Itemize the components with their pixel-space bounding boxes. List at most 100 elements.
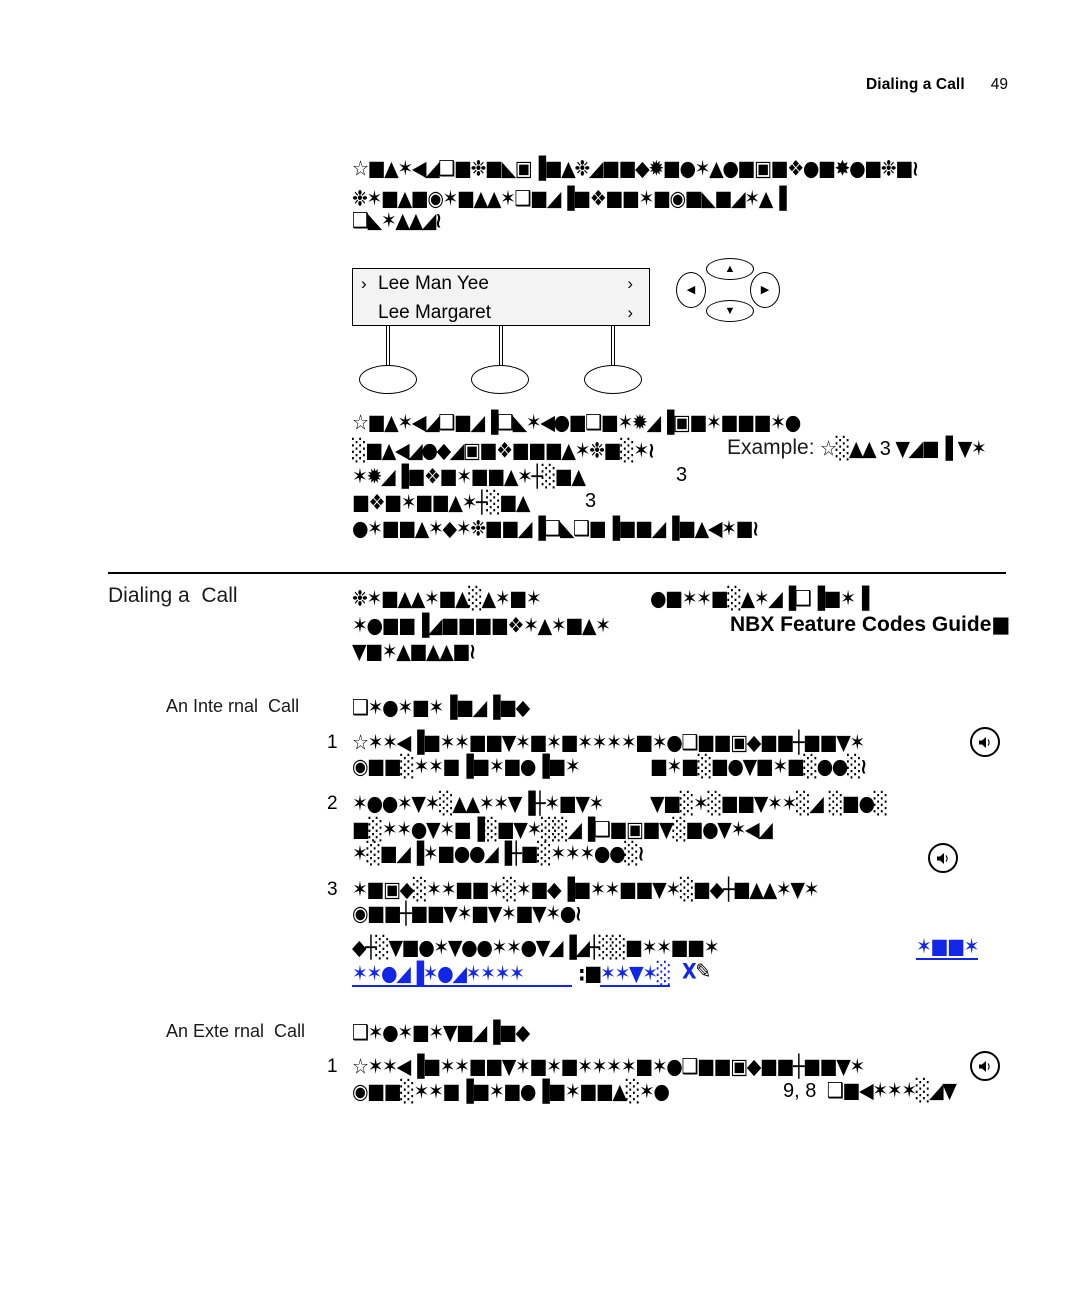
mid-line-3: ✶✹◢▐■❖■✶■■▲✶┼░■▲	[352, 464, 586, 490]
subsection-heading-external-call: An Exte rnal Call	[166, 1021, 306, 1041]
link-x-marker: X✎	[682, 959, 711, 985]
glyph-run: ●✶■■▲✶◆✶❉■■◢▐❑◣❑■▐■■◢▐■▲◀✶■≀	[352, 516, 759, 542]
nbx-feature-codes-guide-title: NBX Feature Codes Guide■	[730, 610, 1010, 638]
mid-line-1: ☆■▲✶◀◢❑■◢▐❑◣✶◀●■❑■✶✹◢▐▣■✶■■■✶●	[352, 410, 801, 436]
external-dial-instruction: 9, 8 ❑■◀✶✶✶░◢▼	[783, 1078, 957, 1104]
speakerphone-icon	[928, 843, 958, 873]
glyph-run: ☆■▲✶◀◢❑■◢▐❑◣✶◀●■❑■✶✹◢▐▣■✶■■■✶●	[352, 410, 801, 436]
internal-step-2-line-2: ▼■░✶░■■▼✶✶░◢ ░■●░	[650, 791, 888, 817]
glyph-run: ❉✶■▲■◉✶■▲▲✶❑■◢▐■❖■■✶■◉■◣■◢✶▲▐	[352, 186, 787, 212]
mid-line-4: ■❖■✶■■▲✶┼░■▲	[352, 490, 531, 516]
glyph-run: ☆✶✶◀▐■✶✶■■▼✶■✶■✶✶✶✶■✶●❑■■▣◆■■┼■■▼✶	[352, 1054, 865, 1080]
chevron-right-icon: ›	[627, 302, 633, 322]
glyph-run: ▼■✶▲■▲▲■≀	[352, 639, 476, 665]
glyph-run: ◉■■┼■■▼✶■▼✶■▼✶●≀	[352, 901, 582, 927]
external-step-1-line-1: ☆✶✶◀▐■✶✶■■▼✶■✶■✶✶✶✶■✶●❑■■▣◆■■┼■■▼✶	[352, 1054, 865, 1080]
internal-step-2-line-3: ■░✶✶●▼✶■▐░■▼✶░░◢▐❑■▣■▼░■●▼✶◀◢	[352, 818, 773, 843]
lcd-row[interactable]: › Lee Man Yee ›	[353, 269, 649, 298]
section-divider	[108, 572, 1006, 575]
softkey-button-3[interactable]	[584, 365, 642, 394]
cross-reference-link-right[interactable]: ✶■■✶	[916, 934, 980, 960]
chevron-right-icon: ›	[627, 273, 633, 293]
guide-reference-glyphs: ●■✶✶■░▲✶◢▐❑▐■✶▐	[650, 586, 869, 612]
speakerphone-icon	[970, 727, 1000, 757]
cross-reference-link-2[interactable]: ✶✶▼✶░	[600, 961, 671, 987]
guide-title-text: NBX Feature Codes Guide	[730, 613, 992, 636]
arrow-left-icon: ◀	[686, 283, 696, 296]
running-header-title: Dialing a Call	[866, 76, 965, 93]
cross-reference-link-1[interactable]: ✶✶●◢▐✶●◢✶✶✶✶	[352, 961, 572, 987]
nav-right-button[interactable]: ▶	[750, 272, 780, 308]
glyph-run: ✶■■✶	[916, 934, 980, 960]
glyph-run: ■✶■░■●▼■✶■░●●░≀	[650, 754, 867, 780]
internal-step-1-line-1: ☆✶✶◀▐■✶✶■■▼✶■✶■✶✶✶✶■✶●❑■■▣◆■■┼■■▼✶	[352, 730, 865, 756]
glyph-run: ❑■◀✶✶✶░◢▼	[826, 1078, 957, 1104]
step-number: 1	[327, 732, 338, 753]
section-paragraph-line-1: ❉✶■▲▲✶■▲░▲✶■✶	[352, 586, 542, 612]
step-number: 1	[327, 1056, 338, 1077]
glyph-run: ☆░▲▲	[820, 436, 877, 462]
glyph-run: ●■✶✶■░▲✶◢▐❑▐■✶▐	[650, 586, 869, 612]
external-step-1-line-2: ◉■■░✶✶■▐■✶■●▐■✶■■▲░✶●	[352, 1079, 670, 1105]
glyph-run: ✶✶▼✶░	[600, 961, 671, 987]
section-paragraph-line-2: ✶●■■▐◢■■■■❖✶▲✶■▲✶	[352, 614, 611, 639]
glyph-run: ◉■■░✶✶■▐■✶■●▐■✶■■▲░✶●	[352, 1079, 670, 1105]
glyph-run: ☆■▲✶◀◢❑■❉■◣▣▐■▲❉◢■■◆✹■●✶▲●■▣■❖●■✸●■❉■≀	[352, 156, 919, 182]
glyph-run: ❑✶●✶■✶▼■◢▐■◆	[352, 1020, 530, 1046]
navigation-pad: ▲ ▼ ◀ ▶	[676, 258, 780, 322]
document-page: Dialing a Call 49 ☆■▲✶◀◢❑■❉■◣▣▐■▲❉◢■■◆✹■…	[0, 0, 1080, 1296]
lcd-entry-name: Lee Man Yee	[378, 272, 489, 294]
intro-line-2: ❉✶■▲■◉✶■▲▲✶❑■◢▐■❖■■✶■◉■◣■◢✶▲▐	[352, 186, 787, 212]
internal-step-2-line-4: ✶░■◢▐✶■●●◢▐┼■░✶✶✶●●░≀	[352, 841, 645, 867]
glyph-run: ✶✶●◢▐✶●◢✶✶✶✶	[352, 961, 525, 987]
step-number: 3	[327, 879, 338, 900]
glyph-run: ▼■░✶░■■▼✶✶░◢ ░■●░	[650, 791, 888, 817]
subsection-heading-internal-call: An Inte rnal Call	[166, 696, 300, 716]
glyph-run: ✎	[695, 959, 711, 985]
softkey-stem	[386, 326, 390, 368]
glyph-run: ❑✶●✶■✶▐■◢▐■◆	[352, 695, 530, 721]
lcd-selection-indicator: ›	[361, 273, 367, 293]
glyph-run: ☆✶✶◀▐■✶✶■■▼✶■✶■✶✶✶✶■✶●❑■■▣◆■■┼■■▼✶	[352, 730, 865, 756]
example-label: Example:	[727, 436, 815, 459]
lcd-row[interactable]: Lee Margaret ›	[353, 298, 649, 327]
section-paragraph-line-3: ▼■✶▲■▲▲■≀	[352, 639, 476, 665]
internal-step-3-line-1: ✶■▣◆░✶✶■■✶░✶■◆▐■✶✶■■▼✶░■◆┼■▲▲✶▼✶	[352, 878, 819, 903]
internal-step-2-line-1: ✶●●✶▼✶░▲▲✶✶▼▐┼✶■▼✶	[352, 791, 604, 817]
softkey-button-1[interactable]	[359, 365, 417, 394]
glyph-run: ✶░■◢▐✶■●●◢▐┼■░✶✶✶●●░≀	[352, 841, 645, 867]
glyph-run: ■❖■✶■■▲✶┼░■▲	[352, 490, 531, 516]
step-digit: 3	[676, 464, 688, 486]
glyph-run: :■	[578, 961, 602, 987]
phone-lcd-display: › Lee Man Yee › Lee Margaret ›	[352, 268, 650, 326]
glyph-run: ✶✹◢▐■❖■✶■■▲✶┼░■▲	[352, 464, 586, 490]
running-header: Dialing a Call 49	[866, 76, 1008, 94]
example-digit: 3	[879, 438, 891, 460]
glyph-run: ◉■■░✶✶■▐■✶■●▐■✶	[352, 754, 581, 780]
nav-left-button[interactable]: ◀	[676, 272, 706, 308]
glyph-run: ■	[991, 610, 1010, 638]
step-digit: 3	[585, 490, 597, 512]
arrow-down-icon: ▼	[724, 304, 736, 317]
external-heading-glyphs: ❑✶●✶■✶▼■◢▐■◆	[352, 1020, 530, 1046]
mid-line-5: ●✶■■▲✶◆✶❉■■◢▐❑◣❑■▐■■◢▐■▲◀✶■≀	[352, 516, 759, 542]
glyph-run: ❉✶■▲▲✶■▲░▲✶■✶	[352, 586, 542, 612]
x-glyph: X	[682, 959, 697, 985]
glyph-run: ✶●●✶▼✶░▲▲✶✶▼▐┼✶■▼✶	[352, 791, 604, 817]
internal-step-1-line-3: ■✶■░■●▼■✶■░●●░≀	[650, 754, 867, 780]
arrow-right-icon: ▶	[760, 283, 770, 296]
arrow-up-icon: ▲	[724, 262, 736, 275]
page-number: 49	[990, 76, 1008, 93]
section-heading-dialing-a-call: Dialing a Call	[108, 584, 238, 607]
nav-down-button[interactable]: ▼	[706, 300, 754, 322]
speakerphone-icon	[970, 1051, 1000, 1081]
softkey-button-2[interactable]	[471, 365, 529, 394]
glyph-run: ◆┼░▼■●✶▼●●✶✶●▼◢▐◢┼░░■✶✶■■✶	[352, 935, 720, 961]
mid-digit-2-row: 3	[585, 490, 596, 513]
mid-digit-1-row: 3	[676, 464, 687, 487]
lcd-entry-name: Lee Margaret	[378, 301, 492, 323]
internal-step-3-line-2: ◉■■┼■■▼✶■▼✶■▼✶●≀	[352, 901, 582, 927]
nav-up-button[interactable]: ▲	[706, 258, 754, 280]
internal-heading-glyphs: ❑✶●✶■✶▐■◢▐■◆	[352, 695, 530, 721]
dial-digits: 9, 8	[783, 1080, 817, 1102]
